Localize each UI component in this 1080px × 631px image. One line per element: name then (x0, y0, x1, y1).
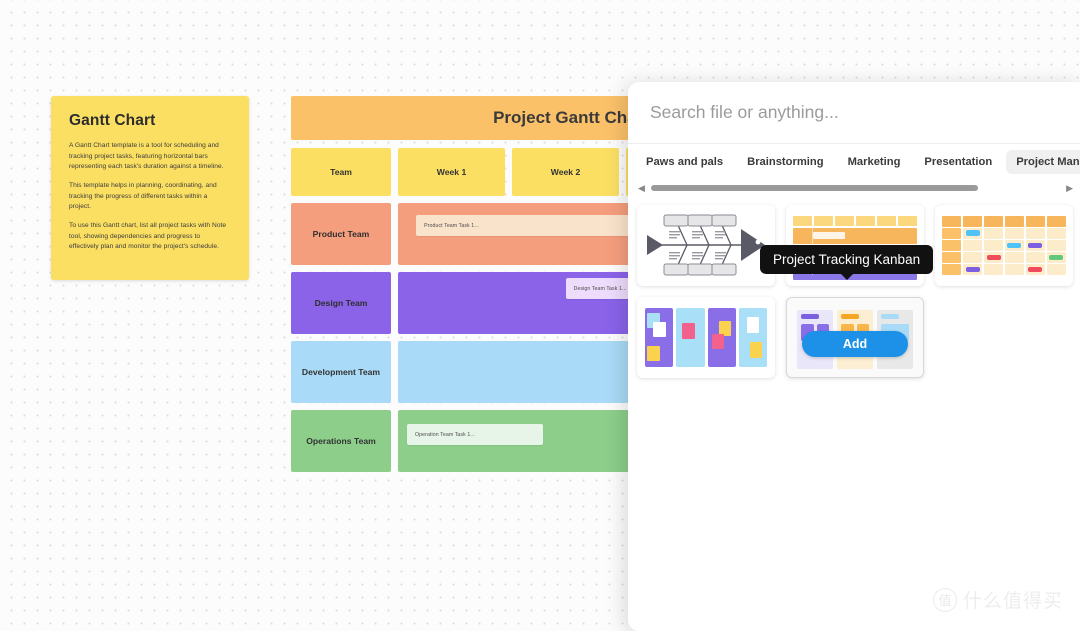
kanban-cell (793, 216, 812, 226)
kanban-chip (812, 232, 846, 239)
calendar-event (1028, 266, 1043, 273)
sticky-column (707, 308, 736, 367)
calendar-cell (1046, 240, 1066, 251)
note-card-paragraph-1: A Gantt Chart template is a tool for sch… (69, 142, 224, 171)
scrollbar-track[interactable] (650, 185, 1060, 191)
calendar-cell (962, 252, 983, 263)
note-card-paragraph-2: This template helps in planning, coordin… (69, 182, 217, 211)
tab-presentation[interactable]: Presentation (914, 150, 1002, 174)
tab-brainstorming[interactable]: Brainstorming (737, 150, 833, 174)
tabs-scrollbar[interactable]: ◀ ▶ (628, 178, 1080, 196)
scroll-right-arrow-icon[interactable]: ▶ (1066, 183, 1073, 193)
sticky-note (682, 323, 695, 339)
calendar-event (1007, 242, 1022, 249)
gantt-row-label: Operations Team (291, 410, 391, 472)
calendar-row-label (942, 228, 962, 239)
sticky-board-preview (645, 308, 767, 367)
category-tabs[interactable]: Paws and pals Brainstorming Marketing Pr… (628, 144, 1080, 178)
calendar-cell (1004, 228, 1025, 239)
gantt-row-label: Design Team (291, 272, 391, 334)
tab-project-management[interactable]: Project Management (1006, 150, 1080, 174)
gantt-row-label: Development Team (291, 341, 391, 403)
calendar-cell (1046, 264, 1066, 275)
calendar-event (965, 266, 980, 273)
calendar-cell (962, 240, 983, 251)
calendar-cell (983, 252, 1004, 263)
calendar-cell (1046, 228, 1066, 239)
kanban-column-header (881, 314, 900, 319)
scrollbar-thumb[interactable] (650, 185, 979, 191)
template-card-project-schedule-calendar[interactable] (935, 205, 1073, 286)
calendar-cell (1025, 240, 1046, 251)
sticky-note (746, 317, 760, 333)
template-tooltip: Project Tracking Kanban (760, 245, 934, 274)
kanban-cell (877, 216, 896, 226)
calendar-cell (1046, 252, 1066, 263)
sticky-note (653, 322, 666, 338)
note-card-title: Gantt Chart (69, 112, 156, 129)
sticky-column (738, 308, 767, 367)
calendar-row-label (942, 240, 962, 251)
fishbone-icon (647, 214, 765, 276)
gantt-chart-note-card[interactable]: Gantt Chart A Gantt Chart template is a … (51, 96, 249, 280)
tab-paws-and-pals[interactable]: Paws and pals (636, 150, 733, 174)
calendar-cell (983, 264, 1004, 275)
template-grid: Add (628, 196, 1080, 378)
search-bar[interactable] (628, 82, 1080, 144)
calendar-row-label (942, 252, 962, 263)
calendar-cell (1025, 228, 1046, 239)
calendar-header-cell (942, 216, 962, 227)
sticky-column (676, 308, 705, 367)
calendar-cell (1004, 264, 1025, 275)
calendar-header-cell (983, 216, 1004, 227)
gantt-header-week-2: Week 2 (512, 148, 619, 196)
gantt-header-team: Team (291, 148, 391, 196)
calendar-event (1028, 242, 1043, 249)
tab-marketing[interactable]: Marketing (838, 150, 911, 174)
kanban-cell (898, 216, 917, 226)
calendar-cell (983, 240, 1004, 251)
calendar-header-cell (1046, 216, 1066, 227)
kanban-column-header (801, 314, 820, 319)
calendar-cell (962, 264, 983, 275)
kanban-cell (814, 216, 833, 226)
calendar-event (986, 254, 1001, 261)
calendar-cell (962, 228, 983, 239)
gantt-header-week-1: Week 1 (398, 148, 505, 196)
calendar-header-cell (1025, 216, 1046, 227)
calendar-cell (1025, 252, 1046, 263)
calendar-event (1049, 254, 1064, 261)
calendar-cell (1025, 264, 1046, 275)
calendar-cell (1004, 240, 1025, 251)
template-card-sticky-note-board[interactable] (637, 297, 775, 378)
calendar-header-cell (962, 216, 983, 227)
calendar-row-label (942, 264, 962, 275)
scroll-left-arrow-icon[interactable]: ◀ (638, 183, 645, 193)
gantt-task-bar[interactable]: Operation Team Task 1... (407, 424, 543, 445)
sticky-note (647, 345, 660, 362)
kanban-cell (856, 216, 875, 226)
gantt-row-label: Product Team (291, 203, 391, 265)
kanban-column-header (841, 314, 860, 319)
template-card-fishbone-diagram[interactable] (637, 205, 775, 286)
calendar-cell (983, 228, 1004, 239)
note-card-paragraph-3: To use this Gantt chart, list all projec… (69, 222, 227, 251)
calendar-event (965, 230, 980, 236)
kanban-cell (835, 216, 854, 226)
sticky-note (750, 342, 763, 358)
search-input[interactable] (650, 102, 1080, 123)
sticky-column (645, 308, 674, 367)
calendar-preview (942, 216, 1066, 275)
sticky-note (712, 333, 725, 350)
calendar-header-cell (1004, 216, 1025, 227)
add-template-button[interactable]: Add (801, 331, 909, 358)
template-card-kanban-board-hovered[interactable]: Add (786, 297, 924, 378)
template-search-panel[interactable]: Paws and pals Brainstorming Marketing Pr… (628, 82, 1080, 631)
calendar-cell (1004, 252, 1025, 263)
